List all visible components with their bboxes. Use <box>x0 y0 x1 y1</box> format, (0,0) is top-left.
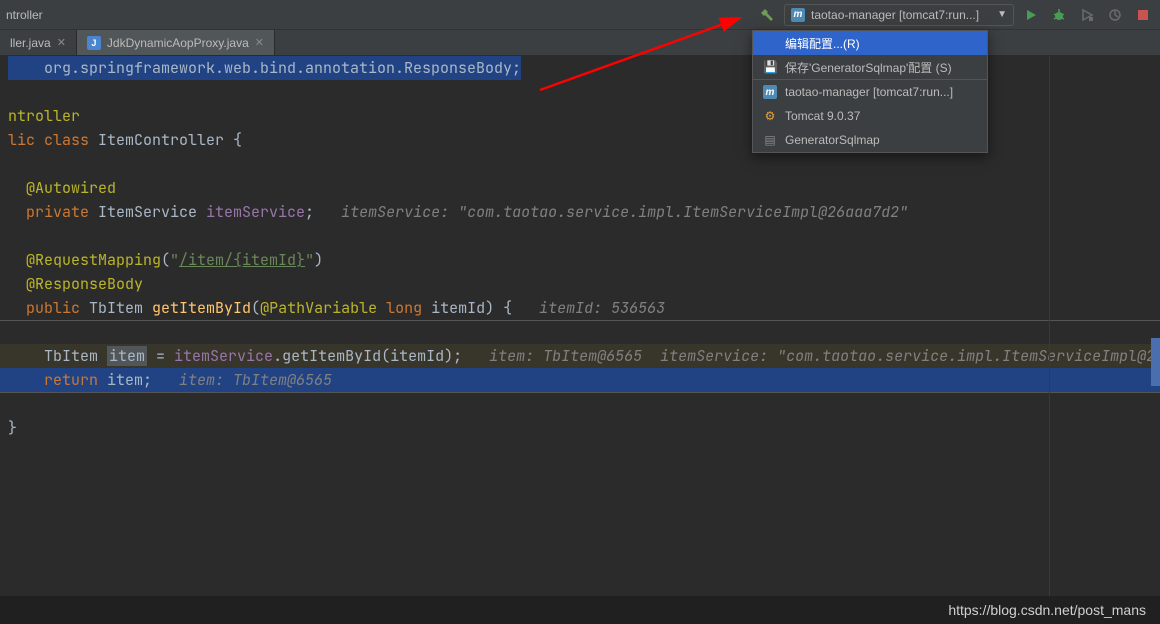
code-text: @PathVariable <box>260 298 386 318</box>
code-text: ); <box>444 346 489 366</box>
code-text: /item/{itemId} <box>179 250 305 270</box>
code-text: ; <box>305 202 341 222</box>
code-text: item <box>107 370 143 390</box>
run-config-dropdown: 编辑配置...(R) 💾 保存'GeneratorSqlmap'配置 (S) m… <box>752 30 988 153</box>
code-text: " <box>170 250 179 270</box>
code-text: class <box>44 130 98 150</box>
code-text: itemId <box>390 346 444 366</box>
status-bar: https://blog.csdn.net/post_mans <box>0 596 1160 624</box>
close-icon[interactable]: ✕ <box>57 36 66 49</box>
chevron-down-icon: ▼ <box>997 9 1007 20</box>
tab-label: ller.java <box>10 36 51 50</box>
code-text: return <box>8 370 107 390</box>
maven-icon: m <box>763 85 777 99</box>
watermark-text: https://blog.csdn.net/post_mans <box>948 602 1146 618</box>
profile-button[interactable] <box>1104 4 1126 26</box>
app-icon: ▤ <box>763 133 777 147</box>
code-text: ItemController { <box>98 130 242 150</box>
tab-label: JdkDynamicAopProxy.java <box>107 36 249 50</box>
close-icon[interactable]: ✕ <box>255 36 264 49</box>
dropdown-item-taotao[interactable]: m taotao-manager [tomcat7:run...] <box>753 80 987 104</box>
code-text: long <box>386 298 431 318</box>
save-icon: 💾 <box>763 60 777 74</box>
dropdown-item-label: 保存'GeneratorSqlmap'配置 (S) <box>785 59 952 76</box>
code-text: itemId) { <box>431 298 539 318</box>
code-hint: item: TbItem@6565 itemService: "com.taot… <box>489 346 1160 366</box>
code-text: lic <box>8 130 44 150</box>
tomcat-icon: ⚙ <box>763 109 777 123</box>
code-text: = <box>147 346 174 366</box>
code-text: public <box>8 298 89 318</box>
code-text: TbItem <box>8 346 107 366</box>
code-text: ( <box>161 250 170 270</box>
code-text: @RequestMapping <box>8 250 161 270</box>
code-text: item <box>107 346 147 366</box>
code-hint: itemId: 536563 <box>539 298 665 318</box>
dropdown-item-label: taotao-manager [tomcat7:run...] <box>785 85 953 99</box>
code-text: " <box>305 250 314 270</box>
code-text: itemService <box>206 202 305 222</box>
tab-ller[interactable]: ller.java ✕ <box>0 30 77 55</box>
code-text: itemService <box>174 346 273 366</box>
tab-jdkproxy[interactable]: J JdkDynamicAopProxy.java ✕ <box>77 30 275 55</box>
code-text: ntroller <box>8 106 80 126</box>
scroll-marker <box>1151 338 1160 386</box>
dropdown-item-label: Tomcat 9.0.37 <box>785 109 860 123</box>
stop-button[interactable] <box>1132 4 1154 26</box>
code-text: ( <box>251 298 260 318</box>
dropdown-item-label: 编辑配置...(R) <box>785 35 860 52</box>
code-text: ) <box>314 250 323 270</box>
code-text: .getItemById( <box>273 346 390 366</box>
run-button[interactable] <box>1020 4 1042 26</box>
run-config-selector[interactable]: m taotao-manager [tomcat7:run...] ▼ <box>784 4 1014 26</box>
dropdown-item-tomcat[interactable]: ⚙ Tomcat 9.0.37 <box>753 104 987 128</box>
dropdown-item-label: GeneratorSqlmap <box>785 133 880 147</box>
maven-icon: m <box>791 8 805 22</box>
code-text: org.springframework.web.bind.annotation.… <box>8 56 521 80</box>
dropdown-item-edit-config[interactable]: 编辑配置...(R) <box>753 31 987 55</box>
code-text: @ResponseBody <box>8 274 143 294</box>
code-text: ItemService <box>98 202 206 222</box>
code-hint: item: TbItem@6565 <box>179 370 332 390</box>
breadcrumb: ntroller <box>6 8 43 22</box>
main-toolbar: ntroller m taotao-manager [tomcat7:run..… <box>0 0 1160 30</box>
code-text: TbItem <box>89 298 152 318</box>
java-class-icon: J <box>87 36 101 50</box>
code-text: private <box>8 202 98 222</box>
margin-guide <box>1049 56 1050 596</box>
code-text: @Autowired <box>8 178 116 198</box>
code-text: ; <box>143 370 179 390</box>
dropdown-item-save-config[interactable]: 💾 保存'GeneratorSqlmap'配置 (S) <box>753 55 987 79</box>
debug-button[interactable] <box>1048 4 1070 26</box>
run-config-label: taotao-manager [tomcat7:run...] <box>811 8 991 22</box>
code-text: } <box>8 418 17 438</box>
code-text: getItemById <box>152 298 251 318</box>
code-hint: itemService: "com.taotao.service.impl.It… <box>341 202 908 222</box>
dropdown-item-generator[interactable]: ▤ GeneratorSqlmap <box>753 128 987 152</box>
coverage-button[interactable] <box>1076 4 1098 26</box>
build-icon[interactable] <box>756 4 778 26</box>
